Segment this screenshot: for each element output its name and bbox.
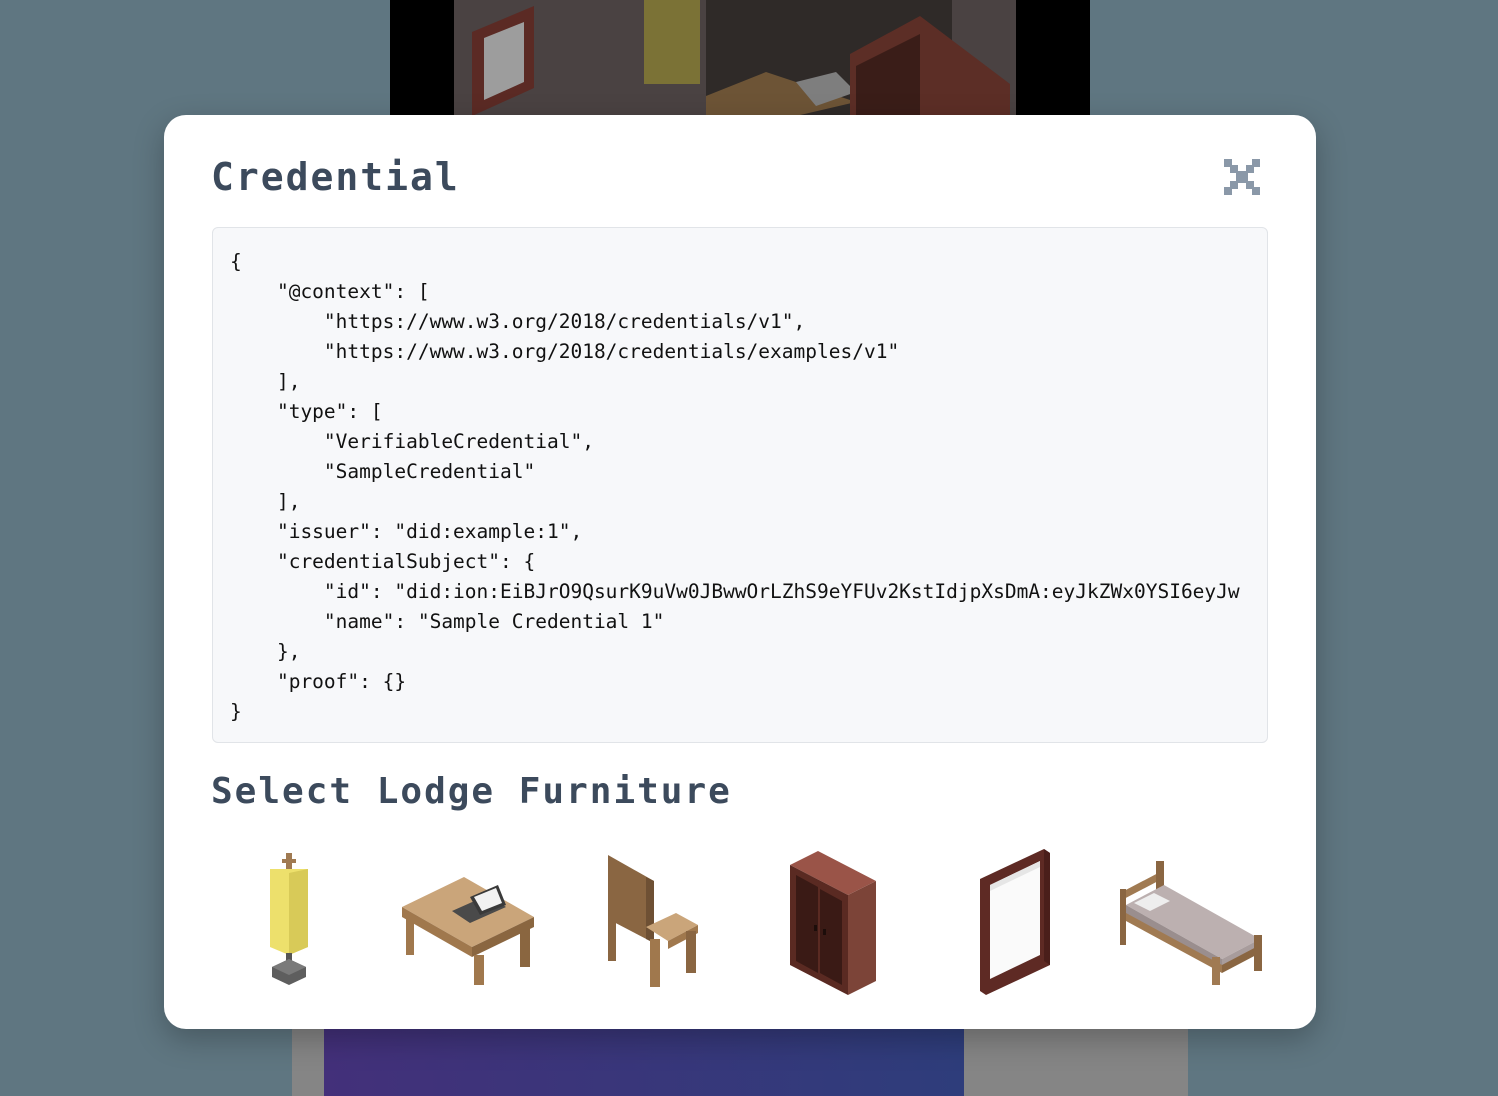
furniture-list: [212, 845, 1272, 1005]
furniture-item-desk[interactable]: [402, 867, 536, 989]
mirror-icon: [980, 849, 1050, 995]
chair-icon: [608, 855, 698, 987]
furniture-section-title: Select Lodge Furniture: [211, 771, 732, 812]
furniture-item-wardrobe[interactable]: [788, 849, 878, 999]
furniture-item-mirror[interactable]: [978, 849, 1052, 999]
scene-wardrobe-icon: [850, 16, 1010, 116]
desk-icon: [402, 877, 534, 985]
credential-json-text: { "@context": [ "https://www.w3.org/2018…: [230, 250, 1240, 723]
modal-title: Credential: [211, 155, 460, 199]
room-lamp-light: [644, 0, 700, 84]
furniture-item-lamp[interactable]: [264, 853, 314, 991]
scene-mirror-icon: [472, 6, 534, 116]
scene-desk-icon: [706, 72, 856, 116]
close-button[interactable]: [1222, 157, 1262, 197]
lamp-icon: [270, 853, 308, 985]
credential-code-block: { "@context": [ "https://www.w3.org/2018…: [212, 227, 1268, 743]
game-scene-background: [390, 0, 1090, 116]
credential-modal: Credential { "@context": [ "https://www.…: [164, 115, 1316, 1029]
furniture-item-chair[interactable]: [606, 855, 702, 991]
background-panel: [324, 1028, 964, 1096]
wardrobe-icon: [790, 851, 876, 995]
furniture-item-bed[interactable]: [1118, 859, 1266, 989]
close-icon: [1224, 159, 1260, 195]
bed-icon: [1120, 861, 1262, 985]
